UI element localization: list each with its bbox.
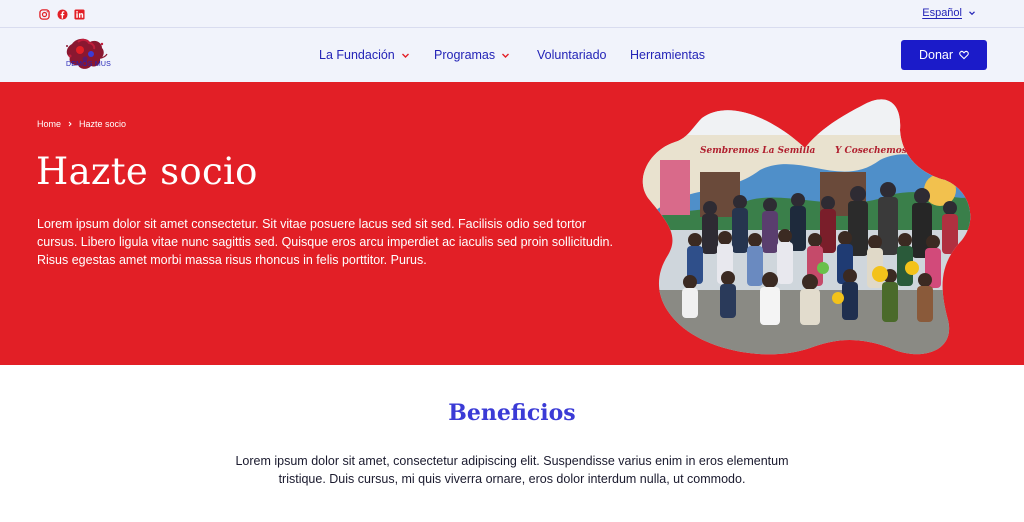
breadcrumb-current: Hazte socio xyxy=(79,119,127,129)
chevron-right-icon xyxy=(68,121,72,127)
page-title: Hazte socio xyxy=(36,150,258,193)
utility-bar: Español xyxy=(0,0,1024,28)
mural-text-left: Sembremos La Semilla xyxy=(700,146,816,156)
breadcrumb-home[interactable]: Home xyxy=(37,119,61,129)
linkedin-icon[interactable] xyxy=(73,8,85,20)
chevron-down-icon xyxy=(969,11,975,16)
nav-item-programas[interactable]: Programas xyxy=(434,48,510,62)
nav-item-label: La Fundación xyxy=(319,48,395,62)
nav-item-herramientas[interactable]: Herramientas xyxy=(630,48,705,62)
chevron-down-icon xyxy=(502,53,510,58)
main-navigation: DEMOS MUS La Fundación Programas Volunta… xyxy=(0,28,1024,82)
benefits-heading: Beneficios xyxy=(448,400,576,426)
mural-text-right: Y Cosechemos La Esperanza xyxy=(835,146,975,156)
nav-item-label: Programas xyxy=(434,48,496,62)
nav-item-la-fundacion[interactable]: La Fundación xyxy=(319,48,410,62)
nav-item-label: Herramientas xyxy=(630,48,706,62)
nav-item-voluntariado[interactable]: Voluntariado xyxy=(537,48,607,62)
language-label: Español xyxy=(922,7,962,19)
logo[interactable] xyxy=(58,34,112,76)
hero-photo: Sembremos La Semilla Y Cosechemos La Esp… xyxy=(642,99,975,355)
nav-item-label: Voluntariado xyxy=(537,48,607,62)
breadcrumb: Home Hazte socio xyxy=(37,119,126,129)
benefits-description: Lorem ipsum dolor sit amet, consectetur … xyxy=(235,454,789,486)
donate-button[interactable]: Donar xyxy=(901,40,987,70)
language-selector[interactable]: Español xyxy=(922,7,976,19)
heart-icon xyxy=(959,50,969,60)
donate-label: Donar xyxy=(918,48,954,62)
chevron-down-icon xyxy=(401,53,409,58)
logo-text: DEMOS MUS xyxy=(66,61,111,68)
hero-description: Lorem ipsum dolor sit amet consectetur. … xyxy=(37,217,613,267)
instagram-icon[interactable] xyxy=(38,8,50,20)
hero-section: Home Hazte socio Hazte socio Lorem ipsum… xyxy=(0,82,1024,365)
facebook-icon[interactable] xyxy=(56,8,68,20)
